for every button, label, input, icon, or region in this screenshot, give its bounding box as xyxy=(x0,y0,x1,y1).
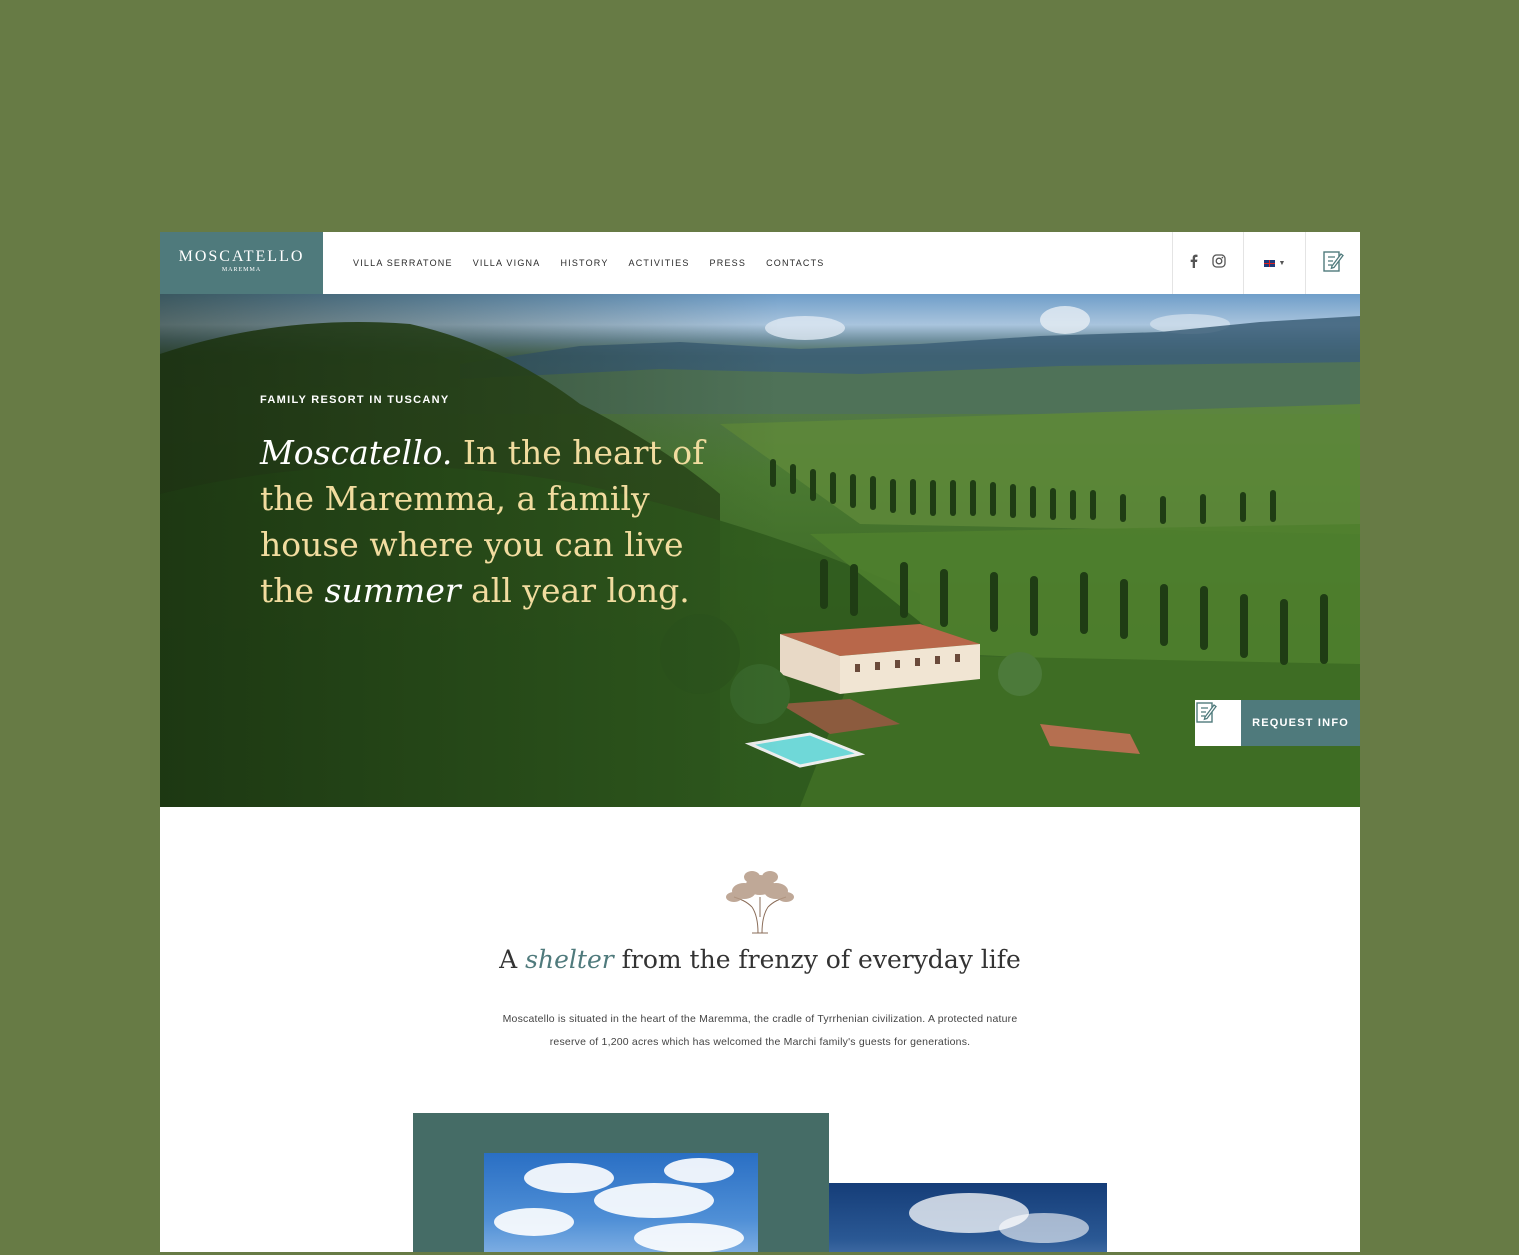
headline-text-2: all year long. xyxy=(460,571,690,610)
site-header: MOSCATELLO MAREMMA VILLA SERRATONE VILLA… xyxy=(160,232,1360,295)
social-links xyxy=(1172,232,1243,294)
language-selector[interactable]: ▼ xyxy=(1243,232,1305,294)
intro-title-shelter: shelter xyxy=(525,945,614,974)
facebook-icon[interactable] xyxy=(1190,254,1198,273)
header-actions: ▼ xyxy=(1172,232,1360,294)
request-info-label: REQUEST INFO xyxy=(1241,700,1360,746)
intro-title-2: from the frenzy of everyday life xyxy=(613,945,1021,974)
logo-name: MOSCATELLO xyxy=(178,248,305,265)
sky-image-1 xyxy=(484,1153,758,1252)
edit-note-icon xyxy=(1195,700,1242,746)
site-logo[interactable]: MOSCATELLO MAREMMA xyxy=(160,232,323,294)
nav-villa-vigna[interactable]: VILLA VIGNA xyxy=(473,258,541,268)
nav-activities[interactable]: ACTIVITIES xyxy=(629,258,690,268)
nav-press[interactable]: PRESS xyxy=(710,258,747,268)
browser-page: MOSCATELLO MAREMMA VILLA SERRATONE VILLA… xyxy=(160,232,1360,1252)
hero-headline: Moscatello. In the heart of the Maremma,… xyxy=(260,430,720,614)
nav-villa-serratone[interactable]: VILLA SERRATONE xyxy=(353,258,453,268)
chevron-down-icon: ▼ xyxy=(1278,259,1286,267)
instagram-icon[interactable] xyxy=(1212,253,1226,273)
hero-kicker: FAMILY RESORT IN TUSCANY xyxy=(260,394,450,406)
intro-text: Moscatello is situated in the heart of t… xyxy=(502,1013,1018,1048)
nav-history[interactable]: HISTORY xyxy=(560,258,608,268)
headline-brand: Moscatello. xyxy=(260,433,453,472)
intro-title-1: A xyxy=(499,945,526,974)
sky-image-2 xyxy=(829,1183,1107,1252)
uk-flag-icon xyxy=(1263,259,1275,267)
olive-tree-icon xyxy=(722,867,798,940)
headline-summer: summer xyxy=(324,571,461,610)
hero-section: FAMILY RESORT IN TUSCANY Moscatello. In … xyxy=(160,294,1360,807)
intro-title: A shelter from the frenzy of everyday li… xyxy=(160,945,1360,974)
edit-note-icon xyxy=(1322,249,1344,278)
request-info-header-button[interactable] xyxy=(1305,232,1360,294)
main-nav: VILLA SERRATONE VILLA VIGNA HISTORY ACTI… xyxy=(353,232,825,294)
logo-subtitle: MAREMMA xyxy=(221,267,262,273)
request-info-button[interactable]: REQUEST INFO xyxy=(1195,700,1360,746)
nav-contacts[interactable]: CONTACTS xyxy=(766,258,824,268)
